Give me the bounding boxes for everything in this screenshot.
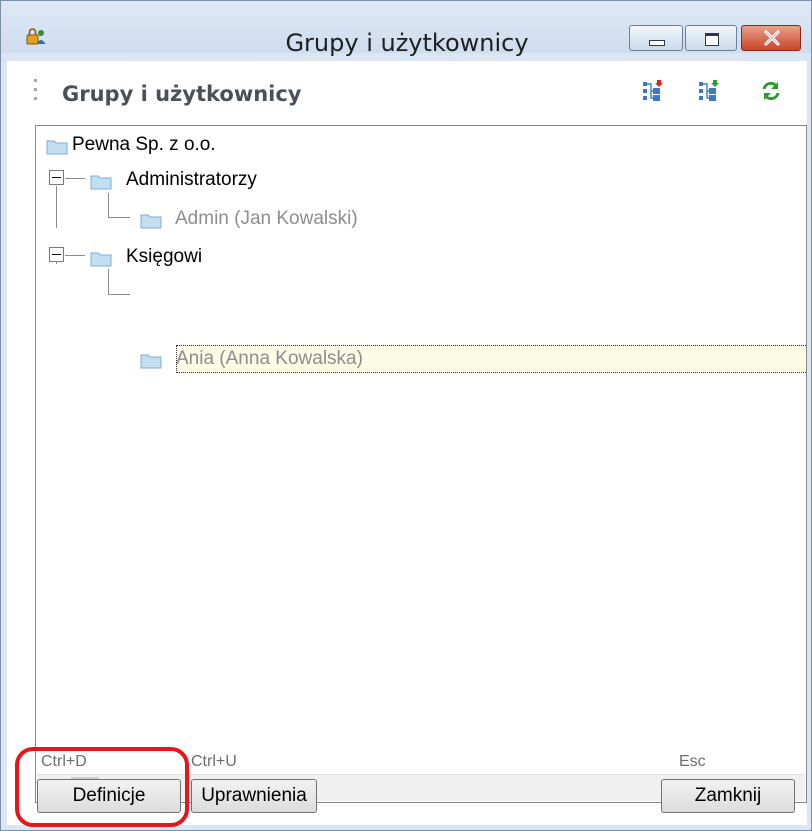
tree-node-label: Ania (Anna Kowalska) xyxy=(176,348,363,369)
users-lock-icon xyxy=(25,27,47,45)
minimize-button[interactable] xyxy=(629,25,683,51)
tree-connector-line xyxy=(108,269,109,294)
close-window-button[interactable] xyxy=(741,25,801,51)
tree-node-label: Księgowi xyxy=(126,246,203,267)
panel-title: Grupy i użytkownicy xyxy=(62,82,302,106)
tree-connector-line xyxy=(108,193,109,217)
add-user-icon[interactable] xyxy=(697,79,721,103)
window-title: Grupy i użytkownicy xyxy=(285,29,529,57)
folder-icon xyxy=(140,352,162,369)
tree-node-label: Administratorzy xyxy=(126,169,257,190)
folder-icon xyxy=(46,138,68,155)
close-shortcut: Esc xyxy=(679,753,706,770)
tree-connector-line xyxy=(65,255,85,256)
tree-node-label: Pewna Sp. z o.o. xyxy=(72,134,216,155)
folder-icon xyxy=(90,250,112,267)
close-icon xyxy=(763,30,781,50)
tree-node-label: Admin (Jan Kowalski) xyxy=(175,208,358,229)
panel-header: Grupy i użytkownicy xyxy=(7,61,807,113)
maximize-icon xyxy=(705,33,719,46)
tree-connector-line xyxy=(56,186,57,228)
folder-icon xyxy=(140,212,162,229)
annotation-highlight-circle xyxy=(15,747,189,827)
tree-connector-line xyxy=(108,217,130,218)
groups-users-window: Grupy i użytkownicy Grupy i użytkownicy xyxy=(0,0,812,831)
groups-panel: Grupy i użytkownicy Pewna Sp. z o.o. Adm… xyxy=(7,61,807,825)
collapse-toggle-icon[interactable] xyxy=(49,170,64,185)
tree-connector-line xyxy=(65,178,85,179)
minimize-icon xyxy=(649,40,665,46)
close-button[interactable]: Zamknij xyxy=(661,779,795,813)
groups-users-tree[interactable]: Pewna Sp. z o.o. Administratorzy Admin (… xyxy=(35,125,807,803)
refresh-icon[interactable] xyxy=(759,79,783,103)
add-group-icon[interactable] xyxy=(641,79,665,103)
maximize-button[interactable] xyxy=(685,25,737,51)
tree-connector-line xyxy=(108,294,130,295)
title-bar[interactable]: Grupy i użytkownicy xyxy=(1,1,811,57)
folder-icon xyxy=(90,173,112,190)
drag-grip-icon[interactable] xyxy=(34,79,37,101)
permissions-button[interactable]: Uprawnienia xyxy=(191,779,317,813)
permissions-shortcut: Ctrl+U xyxy=(191,753,237,770)
collapse-toggle-icon[interactable] xyxy=(49,247,64,262)
